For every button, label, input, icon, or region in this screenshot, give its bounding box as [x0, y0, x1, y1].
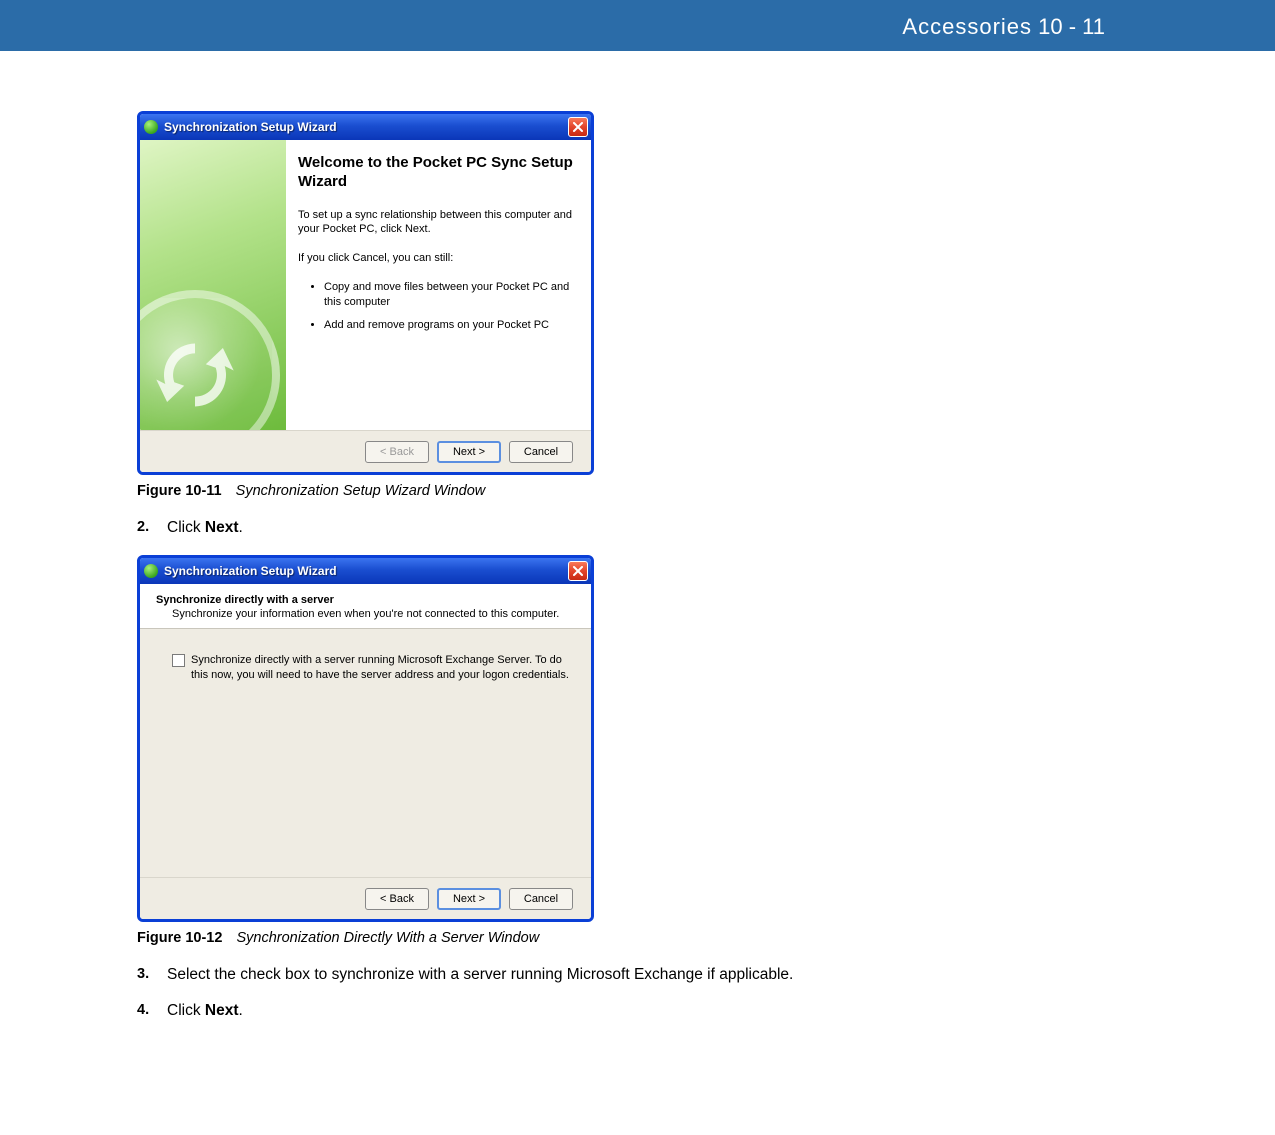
close-button[interactable]	[568, 561, 588, 581]
sync-wizard-dialog-2: Synchronization Setup Wizard Synchronize…	[137, 555, 594, 922]
dialog-body: Welcome to the Pocket PC Sync Setup Wiza…	[140, 140, 591, 430]
figure-number: Figure 10-12	[137, 930, 222, 946]
wizard-side-graphic	[140, 140, 286, 430]
step-number: 2.	[137, 519, 167, 537]
wizard-heading: Welcome to the Pocket PC Sync Setup Wiza…	[298, 154, 573, 192]
activesync-icon	[144, 120, 158, 134]
dialog-body: Synchronize directly with a server Synch…	[140, 584, 591, 877]
step-3: 3. Select the check box to synchronize w…	[137, 966, 950, 984]
sync-server-checkbox-label: Synchronize directly with a server runni…	[191, 653, 571, 683]
button-bar: < Back Next > Cancel	[140, 877, 591, 919]
titlebar: Synchronization Setup Wizard	[140, 558, 591, 584]
header-page: 10 - 11	[1038, 14, 1105, 39]
cancel-button[interactable]: Cancel	[509, 441, 573, 463]
wizard-step-header: Synchronize directly with a server Synch…	[140, 584, 591, 628]
step-text-pre: Click	[167, 1002, 205, 1019]
sync-arrows-icon	[140, 290, 280, 430]
step-text-bold: Next	[205, 519, 239, 536]
wizard-step-heading: Synchronize directly with a server	[156, 594, 575, 606]
step-4: 4. Click Next.	[137, 1002, 950, 1020]
wizard-step-content: Synchronize directly with a server runni…	[140, 629, 591, 877]
activesync-icon	[144, 564, 158, 578]
wizard-step-subtitle: Synchronize your information even when y…	[156, 608, 575, 620]
step-number: 4.	[137, 1002, 167, 1020]
sync-server-checkbox-row: Synchronize directly with a server runni…	[172, 653, 571, 683]
figure-caption-2: Figure 10-12 Synchronization Directly Wi…	[137, 930, 950, 946]
sync-server-checkbox[interactable]	[172, 654, 185, 667]
step-text-pre: Click	[167, 519, 205, 536]
close-icon	[573, 566, 583, 576]
sync-wizard-dialog-1: Synchronization Setup Wizard Welcome to …	[137, 111, 594, 475]
titlebar-title: Synchronization Setup Wizard	[164, 120, 337, 134]
list-item: Copy and move files between your Pocket …	[324, 280, 573, 310]
figure-caption-1: Figure 10-11 Synchronization Setup Wizar…	[137, 483, 950, 499]
next-button[interactable]: Next >	[437, 441, 501, 463]
page-header: Accessories 10 - 11	[0, 0, 1275, 51]
step-2: 2. Click Next.	[137, 519, 950, 537]
step-text: Click Next.	[167, 1002, 950, 1020]
page-header-text: Accessories 10 - 11	[902, 14, 1105, 40]
figure-title: Synchronization Setup Wizard Window	[236, 483, 486, 499]
back-button[interactable]: < Back	[365, 441, 429, 463]
close-icon	[573, 122, 583, 132]
step-text: Click Next.	[167, 519, 950, 537]
step-number: 3.	[137, 966, 167, 984]
figure-number: Figure 10-11	[137, 483, 222, 499]
wizard-cancel-note: If you click Cancel, you can still:	[298, 251, 573, 266]
step-text: Select the check box to synchronize with…	[167, 966, 950, 984]
titlebar: Synchronization Setup Wizard	[140, 114, 591, 140]
step-text-post: .	[239, 519, 243, 536]
wizard-welcome-panel: Welcome to the Pocket PC Sync Setup Wiza…	[286, 140, 591, 430]
button-bar: < Back Next > Cancel	[140, 430, 591, 472]
figure-title: Synchronization Directly With a Server W…	[236, 930, 539, 946]
wizard-intro-text: To set up a sync relationship between th…	[298, 208, 573, 238]
close-button[interactable]	[568, 117, 588, 137]
list-item: Add and remove programs on your Pocket P…	[324, 318, 573, 333]
next-button[interactable]: Next >	[437, 888, 501, 910]
cancel-button[interactable]: Cancel	[509, 888, 573, 910]
titlebar-title: Synchronization Setup Wizard	[164, 564, 337, 578]
step-text-bold: Next	[205, 1002, 239, 1019]
header-section: Accessories	[902, 14, 1032, 39]
step-text-post: .	[239, 1002, 243, 1019]
back-button[interactable]: < Back	[365, 888, 429, 910]
wizard-cancel-list: Copy and move files between your Pocket …	[298, 280, 573, 333]
